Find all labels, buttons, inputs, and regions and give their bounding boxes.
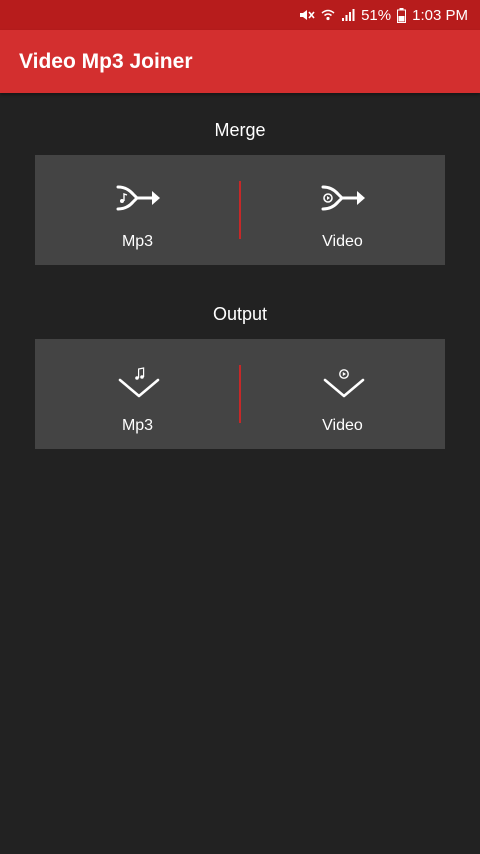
output-audio-icon (118, 367, 160, 398)
app-bar: Video Mp3 Joiner (0, 30, 480, 93)
merge-video-label: Video (322, 233, 363, 250)
battery-icon (397, 7, 407, 23)
merge-mp3-button[interactable]: Mp3 (35, 155, 240, 265)
wifi-icon (321, 8, 335, 22)
merge-audio-icon (116, 185, 160, 211)
output-section-title: Output (212, 304, 268, 324)
output-video-button[interactable]: Video (240, 339, 445, 449)
output-video-icon (323, 369, 365, 398)
signal-icon (341, 8, 355, 22)
merge-section-title: Merge (214, 120, 266, 140)
clock: 1:03 PM (412, 6, 468, 24)
battery-percent: 51% (361, 6, 392, 24)
status-icons: 51% 1:03 PM (299, 0, 468, 30)
merge-video-button[interactable]: Video (240, 155, 445, 265)
merge-mp3-label: Mp3 (121, 233, 154, 250)
merge-video-icon (321, 185, 365, 211)
mute-icon (299, 8, 315, 22)
status-bar: 51% 1:03 PM (0, 0, 480, 30)
app-title: Video Mp3 Joiner (19, 50, 193, 73)
merge-card: Mp3 Video (35, 155, 445, 265)
output-mp3-label: Mp3 (121, 417, 154, 434)
output-mp3-button[interactable]: Mp3 (35, 339, 240, 449)
output-card: Mp3 Video (35, 339, 445, 449)
output-video-label: Video (322, 417, 363, 434)
